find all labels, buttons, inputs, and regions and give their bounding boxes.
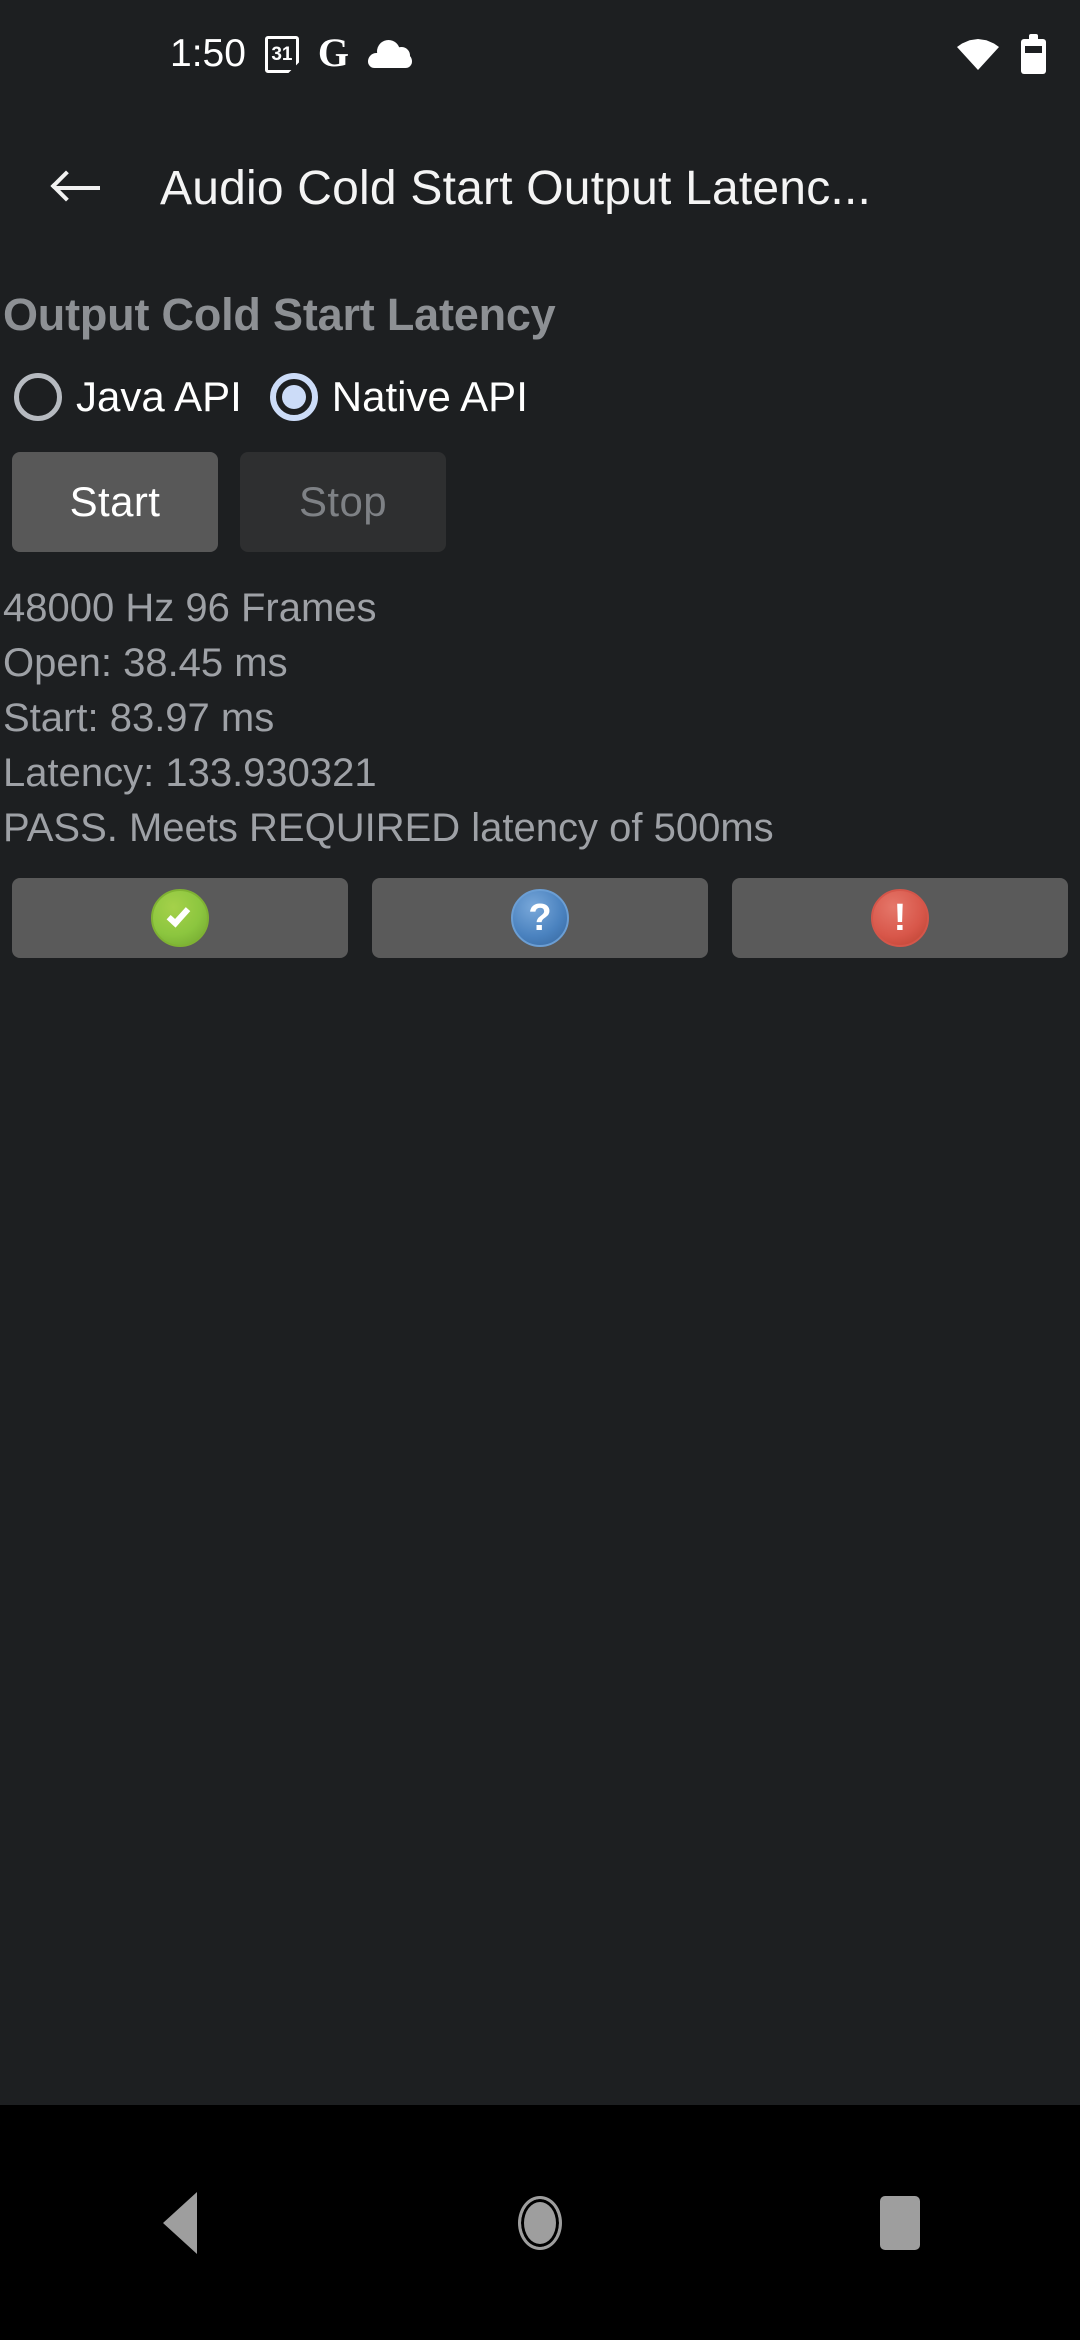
start-button[interactable]: Start <box>12 451 218 552</box>
api-radio-group: Java API Native API <box>0 372 1080 421</box>
status-bar-left: 1:50 31 G <box>0 30 413 75</box>
status-clock: 1:50 <box>170 31 246 75</box>
help-button[interactable]: ? <box>372 877 708 958</box>
calendar-icon: 31 <box>264 35 300 74</box>
exclamation-circle-icon: ! <box>871 888 929 947</box>
status-icon-buttons: ? ! <box>0 877 1080 958</box>
page-title: Audio Cold Start Output Latenc... <box>160 161 872 215</box>
section-title: Output Cold Start Latency <box>3 289 556 340</box>
nav-recents-icon <box>880 2195 920 2250</box>
back-button[interactable] <box>23 133 133 243</box>
transport-buttons: Start Stop <box>0 451 1080 552</box>
navigation-bar <box>0 2105 1080 2340</box>
nav-home-icon <box>518 2195 562 2250</box>
radio-option-native-api[interactable]: Native API <box>269 372 528 421</box>
calendar-day-label: 31 <box>271 43 293 65</box>
result-line-open: Open: 38.45 ms <box>3 640 288 685</box>
google-icon: G <box>317 30 350 75</box>
results-text-block: 48000 Hz 96 Frames Open: 38.45 ms Start:… <box>0 581 1080 856</box>
radio-circle-selected-icon <box>269 372 318 421</box>
status-bar: 1:50 31 G <box>0 0 1080 108</box>
back-arrow-icon <box>50 168 102 208</box>
result-line-sample-rate: 48000 Hz 96 Frames <box>3 585 377 630</box>
question-circle-icon: ? <box>511 888 569 947</box>
battery-icon <box>1021 34 1046 74</box>
status-bar-right <box>957 34 1046 74</box>
result-line-latency: Latency: 133.930321 <box>3 750 377 795</box>
pass-button[interactable] <box>12 877 348 958</box>
radio-label-native-api: Native API <box>331 372 528 420</box>
app-bar: Audio Cold Start Output Latenc... <box>0 108 1080 268</box>
nav-recents-button[interactable] <box>810 2133 990 2313</box>
nav-home-button[interactable] <box>450 2133 630 2313</box>
stop-button: Stop <box>240 451 446 552</box>
result-line-start: Start: 83.97 ms <box>3 695 275 740</box>
radio-circle-unselected-icon <box>14 372 62 421</box>
nav-back-icon <box>163 2191 197 2254</box>
fail-button[interactable]: ! <box>732 877 1068 958</box>
check-circle-icon <box>151 888 209 947</box>
result-line-verdict: PASS. Meets REQUIRED latency of 500ms <box>3 805 774 850</box>
main-content: Output Cold Start Latency Java API Nativ… <box>0 268 1080 958</box>
wifi-icon <box>957 38 999 70</box>
radio-label-java-api: Java API <box>76 372 242 420</box>
radio-option-java-api[interactable]: Java API <box>14 372 242 421</box>
cloud-icon <box>368 40 413 68</box>
nav-back-button[interactable] <box>90 2133 270 2313</box>
phone-screen: 1:50 31 G Audio Cold Start Output Latenc… <box>0 0 1080 2340</box>
